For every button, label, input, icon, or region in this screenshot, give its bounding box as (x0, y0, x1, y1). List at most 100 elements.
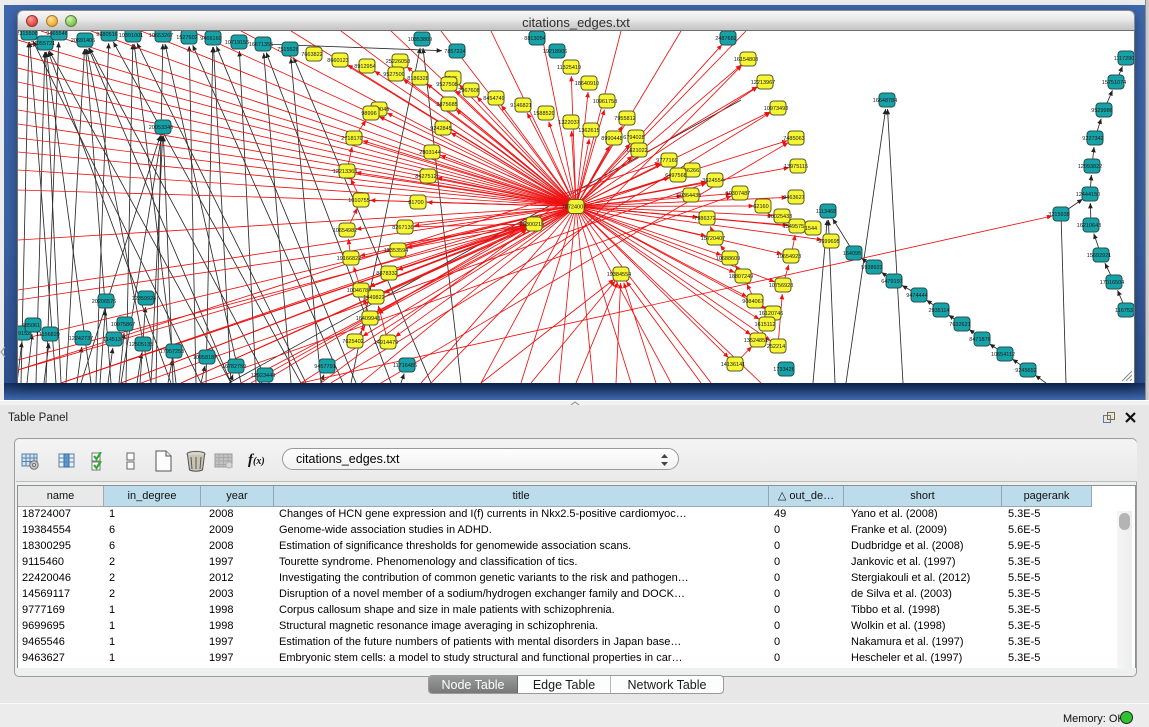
svg-text:20691406: 20691406 (71, 38, 95, 44)
svg-text:8454749: 8454749 (483, 96, 504, 102)
svg-text:11716485: 11716485 (393, 363, 417, 369)
svg-text:7857224: 7857224 (444, 49, 465, 55)
svg-text:19384554: 19384554 (607, 272, 631, 278)
svg-text:3215938: 3215938 (1048, 212, 1069, 218)
svg-text:8990448: 8990448 (601, 136, 622, 142)
svg-text:14136141: 14136141 (721, 362, 745, 368)
svg-text:7632621: 7632621 (949, 322, 970, 328)
svg-text:12923448: 12923448 (251, 373, 275, 379)
svg-text:15692921: 15692921 (1087, 253, 1111, 259)
svg-text:18724007: 18724007 (562, 205, 586, 211)
svg-text:8660123: 8660123 (327, 58, 348, 64)
svg-text:10654112: 10654112 (991, 352, 1015, 358)
svg-text:7625402: 7625402 (342, 339, 363, 345)
svg-text:9227342: 9227342 (1082, 136, 1103, 142)
svg-text:1544: 1544 (805, 226, 817, 232)
svg-text:15495758: 15495758 (783, 224, 807, 230)
svg-text:10307487: 10307487 (726, 191, 750, 197)
svg-text:10688609: 10688609 (716, 256, 740, 262)
svg-text:1449822: 1449822 (363, 295, 384, 301)
svg-text:18640910: 18640910 (575, 81, 599, 87)
svg-text:116753: 116753 (1115, 308, 1133, 314)
svg-text:1621022: 1621022 (626, 148, 647, 154)
svg-text:12213363: 12213363 (333, 169, 357, 175)
svg-text:10391001: 10391001 (119, 33, 143, 39)
svg-text:1010755: 1010755 (348, 198, 369, 204)
svg-text:7663822: 7663822 (301, 52, 322, 58)
svg-text:12505135: 12505135 (129, 342, 153, 348)
svg-text:14914479: 14914479 (374, 340, 398, 346)
svg-text:9699695: 9699695 (818, 239, 839, 245)
svg-text:9466160: 9466160 (200, 36, 221, 42)
svg-text:8471876: 8471876 (969, 337, 990, 343)
svg-text:16648784: 16648784 (873, 98, 897, 104)
svg-text:16782759: 16782759 (222, 364, 246, 370)
svg-text:15720407: 15720407 (701, 236, 725, 242)
svg-text:2315506: 2315506 (18, 31, 38, 37)
svg-text:16671355: 16671355 (249, 42, 273, 48)
svg-text:12353594: 12353594 (384, 248, 408, 254)
svg-text:9245652: 9245652 (1015, 368, 1036, 374)
svg-text:8427512: 8427512 (415, 174, 436, 180)
svg-text:1588520: 1588520 (533, 111, 554, 117)
svg-text:19654923: 19654923 (777, 254, 801, 260)
svg-text:6497568: 6497568 (665, 173, 686, 179)
svg-text:9084067: 9084067 (742, 299, 763, 305)
svg-text:252214: 252214 (767, 344, 785, 350)
svg-text:16120746: 16120746 (759, 311, 783, 317)
svg-text:1117290: 1117290 (1114, 56, 1135, 62)
svg-text:8267130: 8267130 (392, 225, 413, 231)
svg-text:62160: 62160 (753, 204, 768, 210)
svg-text:1527602: 1527602 (176, 35, 197, 41)
svg-text:20053346: 20053346 (149, 125, 173, 131)
svg-text:485061: 485061 (22, 323, 40, 329)
svg-text:10975867: 10975867 (111, 322, 135, 328)
svg-text:19166822: 19166822 (337, 256, 361, 262)
svg-text:12444150: 12444150 (1076, 192, 1100, 198)
svg-text:6479197: 6479197 (881, 279, 902, 285)
svg-text:1615112: 1615112 (754, 322, 775, 328)
svg-text:5938923: 5938923 (861, 265, 882, 271)
svg-text:1322037: 1322037 (558, 120, 579, 126)
svg-text:1362615: 1362615 (578, 128, 599, 134)
svg-text:10719155: 10719155 (225, 40, 249, 46)
svg-text:16154808: 16154808 (734, 57, 758, 63)
svg-text:6794028: 6794028 (623, 135, 644, 141)
svg-text:9777169: 9777169 (656, 158, 677, 164)
svg-text:8878332: 8878332 (376, 271, 397, 277)
svg-text:10958187: 10958187 (193, 355, 217, 361)
svg-text:7955812: 7955812 (614, 116, 635, 122)
svg-text:9146821: 9146821 (510, 103, 531, 109)
svg-text:2487682: 2487682 (715, 36, 736, 42)
svg-text:9242845: 9242845 (430, 126, 451, 132)
svg-text:13524851: 13524851 (744, 338, 768, 344)
svg-text:12242737: 12242737 (69, 336, 93, 342)
svg-text:9380516: 9380516 (96, 32, 117, 38)
svg-text:25300215: 25300215 (520, 222, 544, 228)
svg-text:9463627: 9463627 (783, 195, 804, 201)
svg-text:7515526: 7515526 (277, 47, 298, 53)
svg-text:98996: 98996 (361, 111, 376, 117)
svg-text:10654982: 10654982 (333, 228, 357, 234)
svg-text:8813054: 8813054 (524, 36, 545, 42)
svg-text:12359924: 12359924 (132, 296, 156, 302)
svg-text:17016504: 17016504 (1100, 280, 1124, 286)
svg-text:164095: 164095 (843, 251, 861, 257)
svg-text:13975115: 13975115 (784, 164, 808, 170)
svg-text:7485063: 7485063 (783, 136, 804, 142)
svg-text:20206576: 20206576 (92, 299, 116, 305)
svg-text:8186328: 8186328 (407, 76, 428, 82)
svg-text:114513: 114513 (103, 337, 121, 343)
svg-text:9529986: 9529986 (1091, 108, 1112, 114)
svg-text:10973493: 10973493 (764, 106, 788, 112)
svg-text:19218906: 19218906 (543, 49, 567, 55)
svg-text:9465546: 9465546 (46, 31, 67, 37)
svg-text:8912954: 8912954 (354, 64, 375, 70)
svg-text:16409948: 16409948 (356, 316, 380, 322)
svg-text:20364436: 20364436 (677, 193, 701, 199)
svg-text:10756928: 10756928 (769, 283, 793, 289)
svg-text:11325419: 11325419 (557, 65, 581, 71)
svg-text:3875685: 3875685 (436, 102, 457, 108)
svg-text:10025433: 10025433 (768, 214, 792, 220)
svg-text:12093822: 12093822 (1078, 164, 1102, 170)
